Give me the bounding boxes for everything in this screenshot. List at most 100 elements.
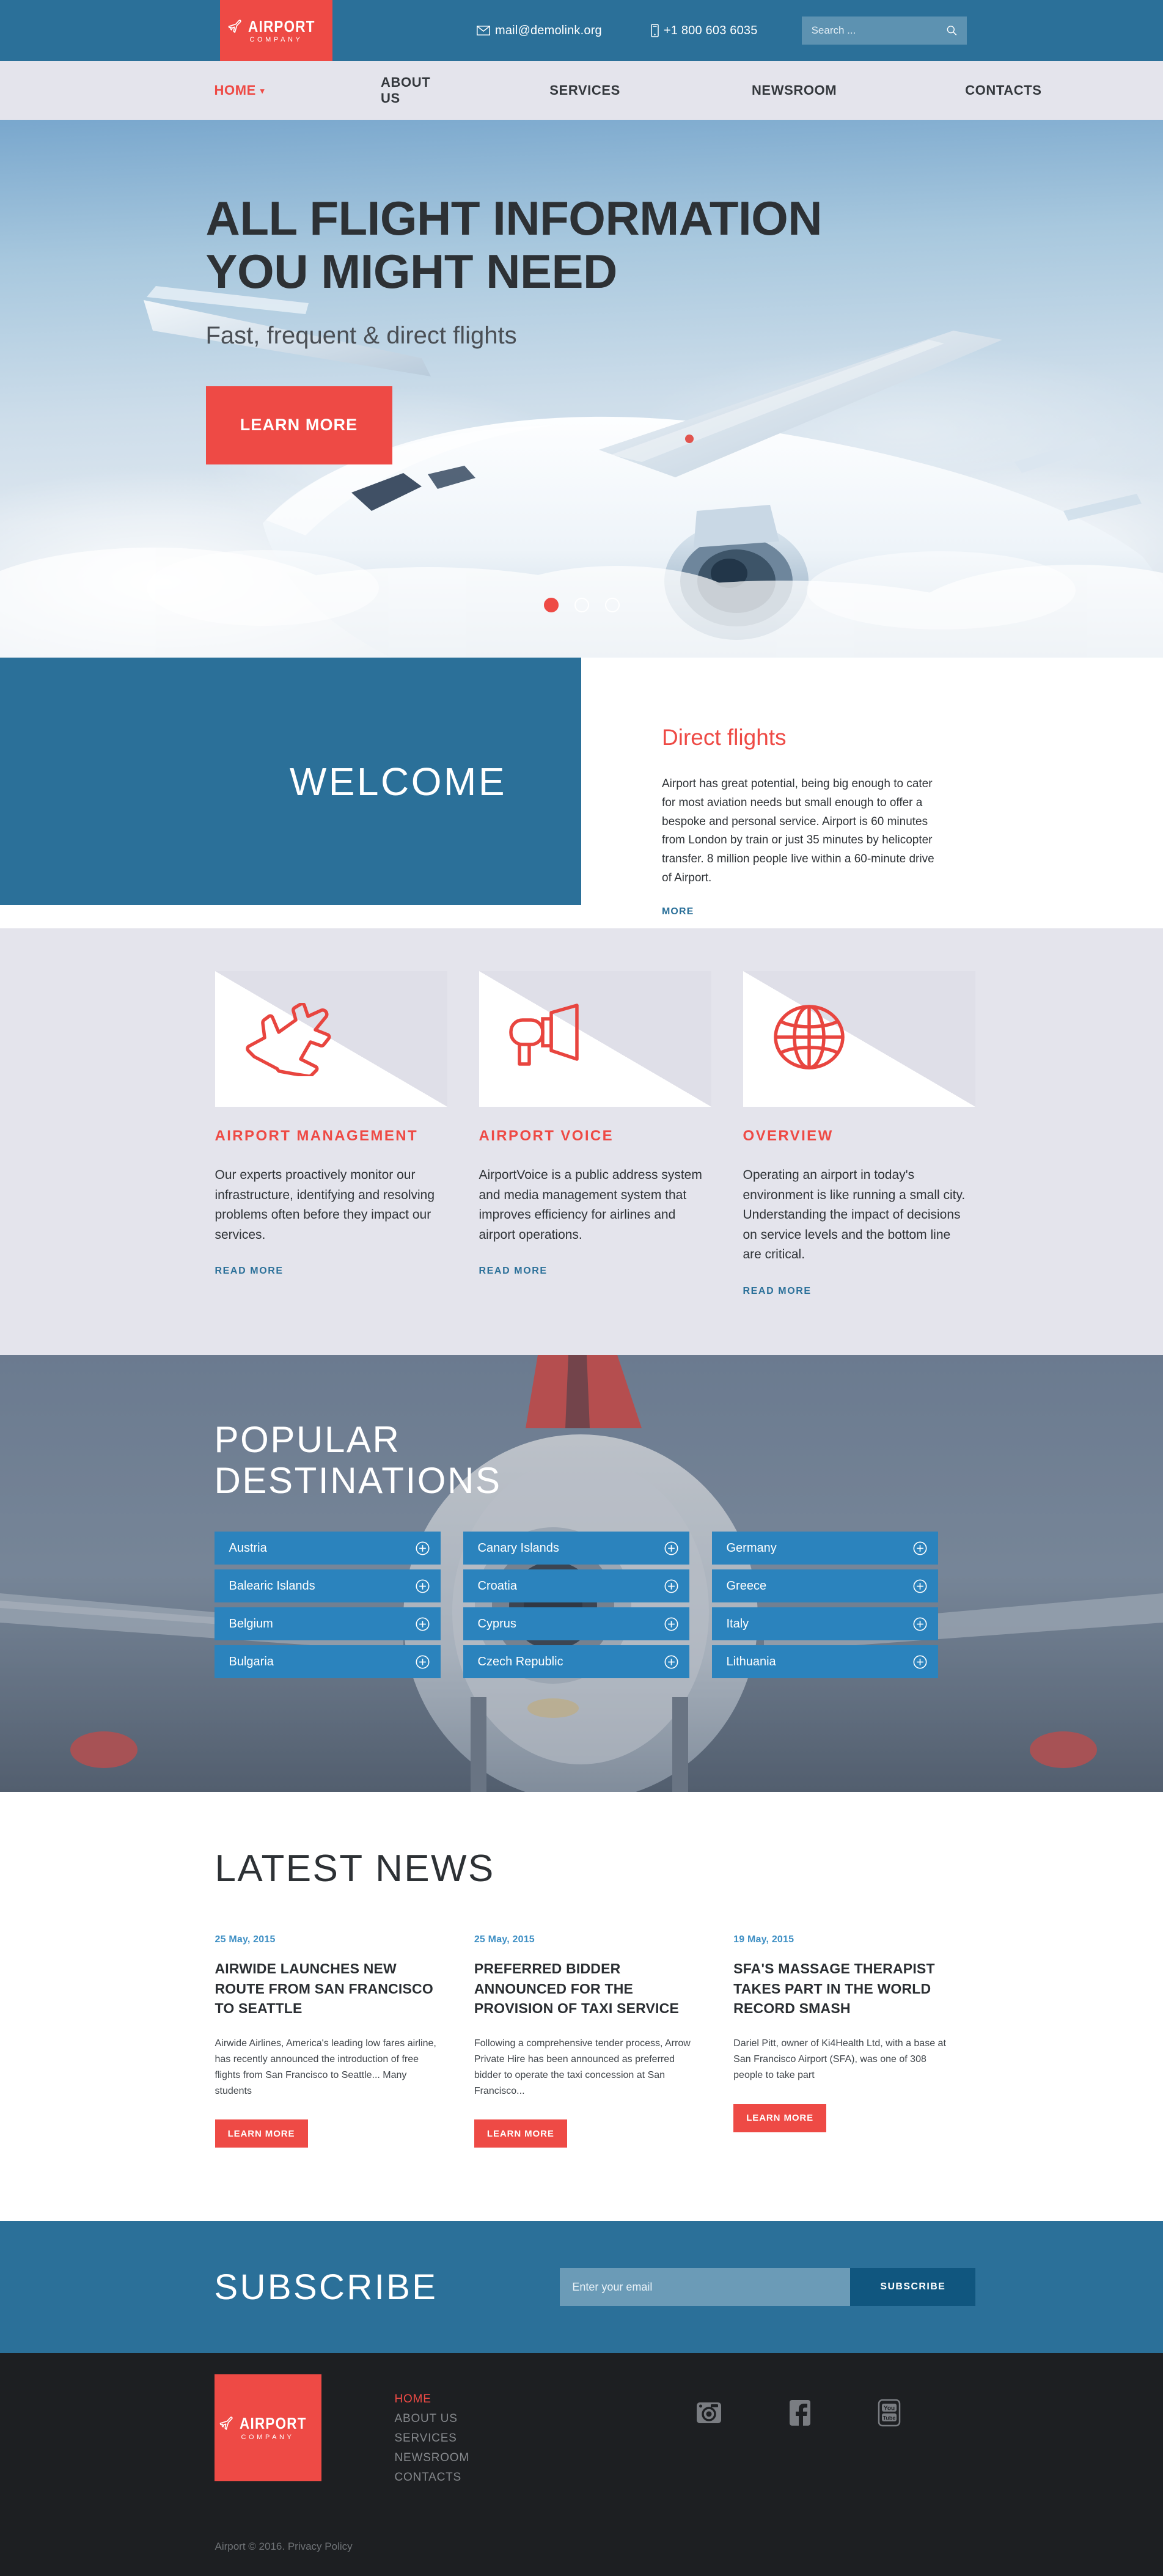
plus-circle-icon[interactable] [664, 1655, 678, 1669]
footer-nav-item-about-us[interactable]: ABOUT US [395, 2412, 470, 2426]
service-read-more-link[interactable]: READ MORE [479, 1266, 548, 1277]
search-box[interactable] [801, 17, 967, 45]
copyright-text: Airport © 2016. [215, 2541, 285, 2553]
destinations-columns: Austria Balearic Islands Belgium Bulgari… [214, 1532, 958, 1679]
destination-item[interactable]: Belgium [214, 1607, 441, 1641]
hero-learn-more-button[interactable]: LEARN MORE [205, 386, 392, 464]
news-excerpt: Following a comprehensive tender process… [474, 2038, 691, 2096]
nav-item-about-us-label: ABOUT US [381, 75, 431, 106]
service-read-more-link[interactable]: READ MORE [215, 1266, 284, 1277]
instagram-link[interactable] [695, 2399, 722, 2430]
plus-circle-icon[interactable] [416, 1617, 430, 1631]
news-learn-more-button[interactable]: LEARN MORE [474, 2119, 567, 2148]
news-date: 25 May, 2015 [215, 1934, 276, 1945]
footer-nav-item-contacts[interactable]: CONTACTS [395, 2471, 470, 2484]
hero-heading-line-2: YOU MIGHT NEED [205, 244, 618, 299]
logo-row: AIRPORT [218, 2415, 318, 2431]
chevron-down-icon: ▾ [260, 86, 265, 95]
destinations-heading: POPULAR DESTINATIONS [215, 1419, 958, 1501]
top-bar: AIRPORT COMPANY mail@demolink.org +1 800… [0, 0, 1163, 61]
slider-dot-3[interactable] [604, 598, 620, 612]
news-card: 19 May, 2015 SFA'S MASSAGE THERAPIST TAK… [733, 1934, 957, 2148]
header-email-link[interactable]: mail@demolink.org [477, 24, 602, 38]
destination-item[interactable]: Bulgaria [214, 1645, 441, 1679]
plus-circle-icon[interactable] [913, 1579, 927, 1593]
destination-name: Italy [726, 1616, 749, 1631]
facebook-link[interactable] [788, 2399, 812, 2430]
slider-dot-2[interactable] [574, 598, 589, 612]
news-excerpt: Dariel Pitt, owner of Ki4Health Ltd, wit… [733, 2038, 946, 2080]
megaphone-icon [508, 1004, 579, 1066]
destination-name: Lithuania [726, 1654, 776, 1668]
slider-dot-1[interactable] [543, 598, 559, 612]
search-input[interactable] [811, 24, 947, 37]
privacy-policy-link[interactable]: Privacy Policy [288, 2541, 353, 2552]
header-phone-link[interactable]: +1 800 603 6035 [651, 24, 758, 38]
plus-circle-icon[interactable] [913, 1617, 927, 1631]
plus-circle-icon[interactable] [416, 1579, 430, 1593]
news-grid: 25 May, 2015 AIRWIDE LAUNCHES NEW ROUTE … [206, 1934, 958, 2148]
header-email-text: mail@demolink.org [495, 23, 602, 37]
news-title[interactable]: AIRWIDE LAUNCHES NEW ROUTE FROM SAN FRAN… [215, 1959, 439, 2019]
destination-item[interactable]: Germany [711, 1532, 938, 1565]
nav-item-about-us[interactable]: ABOUT US [381, 75, 430, 106]
nav-item-home[interactable]: HOME ▾ [215, 83, 265, 98]
plus-circle-icon[interactable] [416, 1655, 430, 1669]
destination-item[interactable]: Czech Republic [463, 1645, 689, 1679]
plus-circle-icon[interactable] [664, 1579, 678, 1593]
news-learn-more-button[interactable]: LEARN MORE [215, 2119, 308, 2148]
footer-logo[interactable]: AIRPORT COMPANY [214, 2374, 321, 2482]
direct-flights-more-link[interactable]: MORE [662, 906, 694, 917]
destination-item[interactable]: Greece [711, 1569, 938, 1603]
hero-subtitle: Fast, frequent & direct flights [205, 321, 517, 349]
nav-item-services[interactable]: SERVICES [549, 83, 620, 98]
destination-item[interactable]: Canary Islands [463, 1532, 689, 1565]
destination-item[interactable]: Balearic Islands [214, 1569, 441, 1603]
nav-item-contacts[interactable]: CONTACTS [965, 83, 1041, 98]
plus-circle-icon[interactable] [913, 1541, 927, 1555]
footer-nav-item-newsroom[interactable]: NEWSROOM [395, 2451, 470, 2465]
search-icon[interactable] [947, 24, 957, 37]
footer-nav-item-services[interactable]: SERVICES [395, 2432, 470, 2445]
plus-circle-icon[interactable] [664, 1541, 678, 1555]
destination-name: Austria [229, 1541, 267, 1555]
subscribe-submit-button[interactable]: SUBSCRIBE [850, 2268, 976, 2306]
footer-nav-item-home[interactable]: HOME [395, 2393, 470, 2406]
destination-name: Cyprus [477, 1616, 516, 1631]
destination-name: Belgium [229, 1616, 273, 1631]
destination-item[interactable]: Croatia [463, 1569, 689, 1603]
plus-circle-icon[interactable] [664, 1617, 678, 1631]
nav-item-newsroom[interactable]: NEWSROOM [752, 83, 837, 98]
page-footer: AIRPORT COMPANY HOME ABOUT US SERVICES N… [0, 2353, 1163, 2576]
news-title[interactable]: SFA'S MASSAGE THERAPIST TAKES PART IN TH… [733, 1959, 957, 2019]
header-logo[interactable]: AIRPORT COMPANY [220, 0, 332, 61]
hero-heading-line-1: ALL FLIGHT INFORMATION [205, 191, 823, 245]
destination-item[interactable]: Austria [214, 1532, 441, 1565]
destination-item[interactable]: Italy [711, 1607, 938, 1641]
subscribe-inner: SUBSCRIBE SUBSCRIBE [206, 2221, 976, 2353]
plus-circle-icon[interactable] [913, 1655, 927, 1669]
news-learn-more-button[interactable]: LEARN MORE [733, 2104, 827, 2132]
destination-name: Bulgaria [229, 1654, 274, 1668]
logo-name: AIRPORT [248, 17, 315, 35]
plus-circle-icon[interactable] [416, 1541, 430, 1555]
destination-item[interactable]: Lithuania [711, 1645, 938, 1679]
subscribe-email-input[interactable] [560, 2268, 851, 2306]
news-date: 25 May, 2015 [474, 1934, 535, 1945]
news-title[interactable]: PREFERRED BIDDER ANNOUNCED FOR THE PROVI… [474, 1959, 698, 2019]
main-navigation: HOME ▾ ABOUT US SERVICES NEWSROOM CONTAC… [0, 61, 1163, 120]
destination-item[interactable]: Cyprus [463, 1607, 689, 1641]
nav-item-services-label: SERVICES [549, 83, 620, 98]
logo-tagline: COMPANY [241, 2433, 295, 2441]
youtube-icon: You Tube [878, 2399, 901, 2427]
news-date: 19 May, 2015 [733, 1934, 794, 1945]
youtube-link[interactable]: You Tube [878, 2399, 901, 2430]
destinations-column-3: Germany Greece Italy Lithuania [711, 1532, 938, 1679]
header-phone-text: +1 800 603 6035 [663, 23, 758, 37]
service-card-airport-voice: AIRPORT VOICE AirportVoice is a public a… [479, 971, 711, 1297]
destination-name: Canary Islands [477, 1541, 559, 1555]
service-card-overview: OVERVIEW Operating an airport in today's… [743, 971, 975, 1297]
logo-row: AIRPORT [227, 18, 326, 34]
news-card: 25 May, 2015 AIRWIDE LAUNCHES NEW ROUTE … [215, 1934, 439, 2148]
service-read-more-link[interactable]: READ MORE [743, 1286, 812, 1297]
